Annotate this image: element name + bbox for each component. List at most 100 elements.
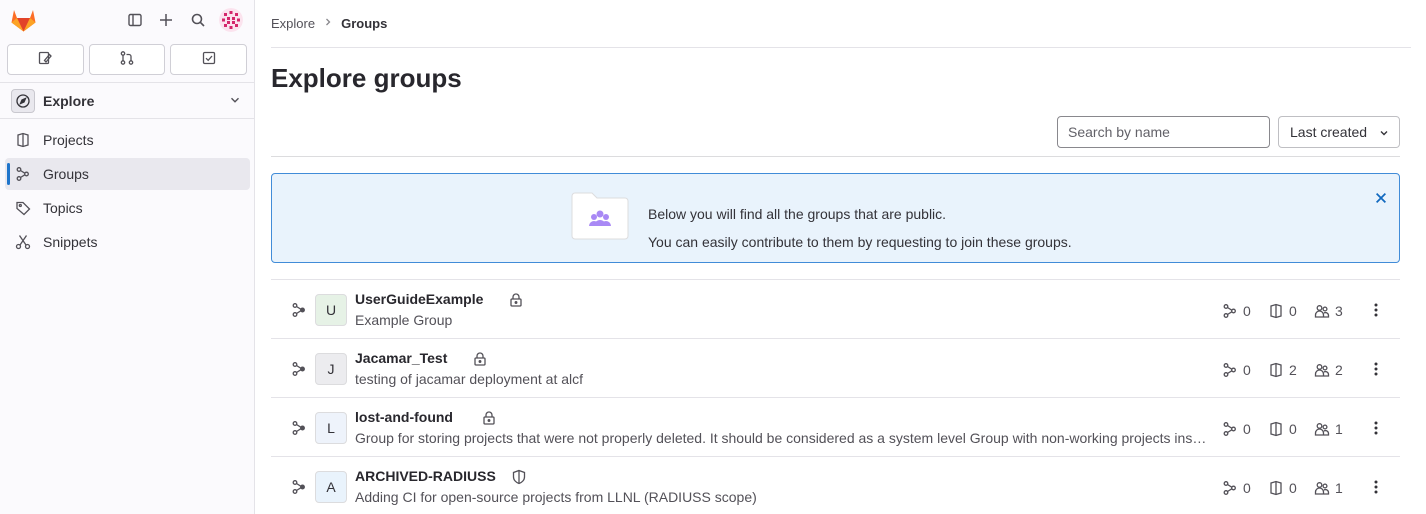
subgroup-icon [291, 302, 307, 318]
group-icon [15, 166, 31, 182]
close-icon[interactable] [1373, 190, 1389, 206]
subgroups-count: 0 [1222, 480, 1251, 496]
group-description: Group for storing projects that were not… [355, 430, 1207, 446]
members-count: 3 [1314, 303, 1343, 319]
sidebar-item-topics[interactable]: Topics [5, 192, 250, 224]
merge-request-icon [119, 50, 135, 69]
project-icon [1268, 303, 1284, 319]
label-icon [15, 200, 31, 216]
group-description: Example Group [355, 312, 453, 328]
group-row: U UserGuideExample Example Group 0 0 3 [271, 280, 1400, 339]
group-name-link[interactable]: Jacamar_Test [355, 350, 447, 366]
subgroups-count: 0 [1222, 303, 1251, 319]
subgroups-value: 0 [1243, 480, 1251, 496]
group-name-link[interactable]: ARCHIVED-RADIUSS [355, 468, 496, 484]
sidebar-item-label: Snippets [43, 234, 98, 250]
sidebar: Explore Projects Groups Topics Snippets [0, 0, 255, 514]
sidebar-item-groups[interactable]: Groups [5, 158, 250, 190]
alert-body: Below you will find all the groups that … [648, 200, 1072, 256]
chevron-down-icon [1378, 126, 1390, 142]
more-actions-icon[interactable] [1366, 477, 1386, 497]
breadcrumb-current[interactable]: Groups [341, 16, 387, 31]
members-value: 3 [1335, 303, 1343, 319]
sidebar-header [0, 0, 254, 40]
members-count: 2 [1314, 362, 1343, 378]
filter-bar: Last created [271, 108, 1400, 157]
users-icon [1314, 421, 1330, 437]
subgroups-value: 0 [1243, 303, 1251, 319]
context-switcher[interactable]: Explore [0, 82, 254, 119]
sidebar-item-projects[interactable]: Projects [5, 124, 250, 156]
sidebar-nav: Projects Groups Topics Snippets [5, 124, 250, 260]
lock-icon [508, 292, 524, 308]
subgroups-count: 0 [1222, 421, 1251, 437]
sidebar-item-label: Groups [43, 166, 89, 182]
projects-value: 0 [1289, 421, 1297, 437]
todo-icon [201, 50, 217, 69]
subgroup-icon [1222, 421, 1238, 437]
group-avatar[interactable]: L [315, 412, 347, 444]
lock-icon [481, 410, 497, 426]
sort-dropdown[interactable]: Last created [1278, 116, 1400, 148]
issues-tab[interactable] [7, 44, 84, 75]
subgroup-icon [291, 361, 307, 377]
search-input[interactable] [1057, 116, 1270, 148]
alert-line-1: Below you will find all the groups that … [648, 206, 947, 222]
chevron-right-icon [323, 17, 333, 30]
group-avatar[interactable]: A [315, 471, 347, 503]
sidebar-item-label: Projects [43, 132, 94, 148]
snippet-icon [15, 234, 31, 250]
project-icon [1268, 421, 1284, 437]
subgroup-icon [1222, 303, 1238, 319]
sidebar-toggle-icon[interactable] [124, 9, 146, 31]
more-actions-icon[interactable] [1366, 359, 1386, 379]
issues-icon [37, 50, 53, 69]
user-avatar[interactable] [219, 8, 243, 32]
search-icon[interactable] [187, 9, 209, 31]
project-icon [1268, 480, 1284, 496]
groups-list: U UserGuideExample Example Group 0 0 3 J… [271, 279, 1400, 514]
group-row: A ARCHIVED-RADIUSS Adding CI for open-so… [271, 457, 1400, 514]
group-name-link[interactable]: lost-and-found [355, 409, 453, 425]
members-count: 1 [1314, 480, 1343, 496]
projects-value: 0 [1289, 303, 1297, 319]
group-avatar[interactable]: J [315, 353, 347, 385]
page-title: Explore groups [271, 63, 462, 93]
members-count: 1 [1314, 421, 1343, 437]
info-alert: Below you will find all the groups that … [271, 173, 1400, 263]
group-description: testing of jacamar deployment at alcf [355, 371, 584, 387]
projects-count: 2 [1268, 362, 1297, 378]
subgroup-icon [1222, 362, 1238, 378]
main-content: Explore Groups Explore groups Last creat… [256, 0, 1426, 514]
users-icon [1314, 480, 1330, 496]
projects-count: 0 [1268, 421, 1297, 437]
breadcrumb: Explore Groups [271, 0, 1411, 48]
members-value: 1 [1335, 421, 1343, 437]
context-label: Explore [43, 92, 95, 109]
members-value: 1 [1335, 480, 1343, 496]
subgroup-icon [1222, 480, 1238, 496]
more-actions-icon[interactable] [1366, 300, 1386, 320]
merge-requests-tab[interactable] [88, 44, 166, 75]
subgroups-value: 0 [1243, 421, 1251, 437]
users-icon [1314, 303, 1330, 319]
gitlab-logo-icon[interactable] [10, 7, 37, 33]
breadcrumb-explore-link[interactable]: Explore [271, 16, 315, 31]
plus-icon[interactable] [155, 9, 177, 31]
sidebar-item-snippets[interactable]: Snippets [5, 226, 250, 258]
group-row: L lost-and-found Group for storing proje… [271, 398, 1400, 457]
subgroup-icon [291, 479, 307, 495]
projects-value: 0 [1289, 480, 1297, 496]
todos-tab[interactable] [170, 44, 248, 75]
users-icon [1314, 362, 1330, 378]
group-avatar[interactable]: U [315, 294, 347, 326]
more-actions-icon[interactable] [1366, 418, 1386, 438]
lock-icon [472, 351, 488, 367]
group-name-link[interactable]: UserGuideExample [355, 291, 483, 307]
subgroup-icon [291, 420, 307, 436]
members-value: 2 [1335, 362, 1343, 378]
project-icon [15, 132, 31, 148]
projects-count: 0 [1268, 480, 1297, 496]
projects-count: 0 [1268, 303, 1297, 319]
sidebar-quick-tabs [7, 44, 248, 76]
